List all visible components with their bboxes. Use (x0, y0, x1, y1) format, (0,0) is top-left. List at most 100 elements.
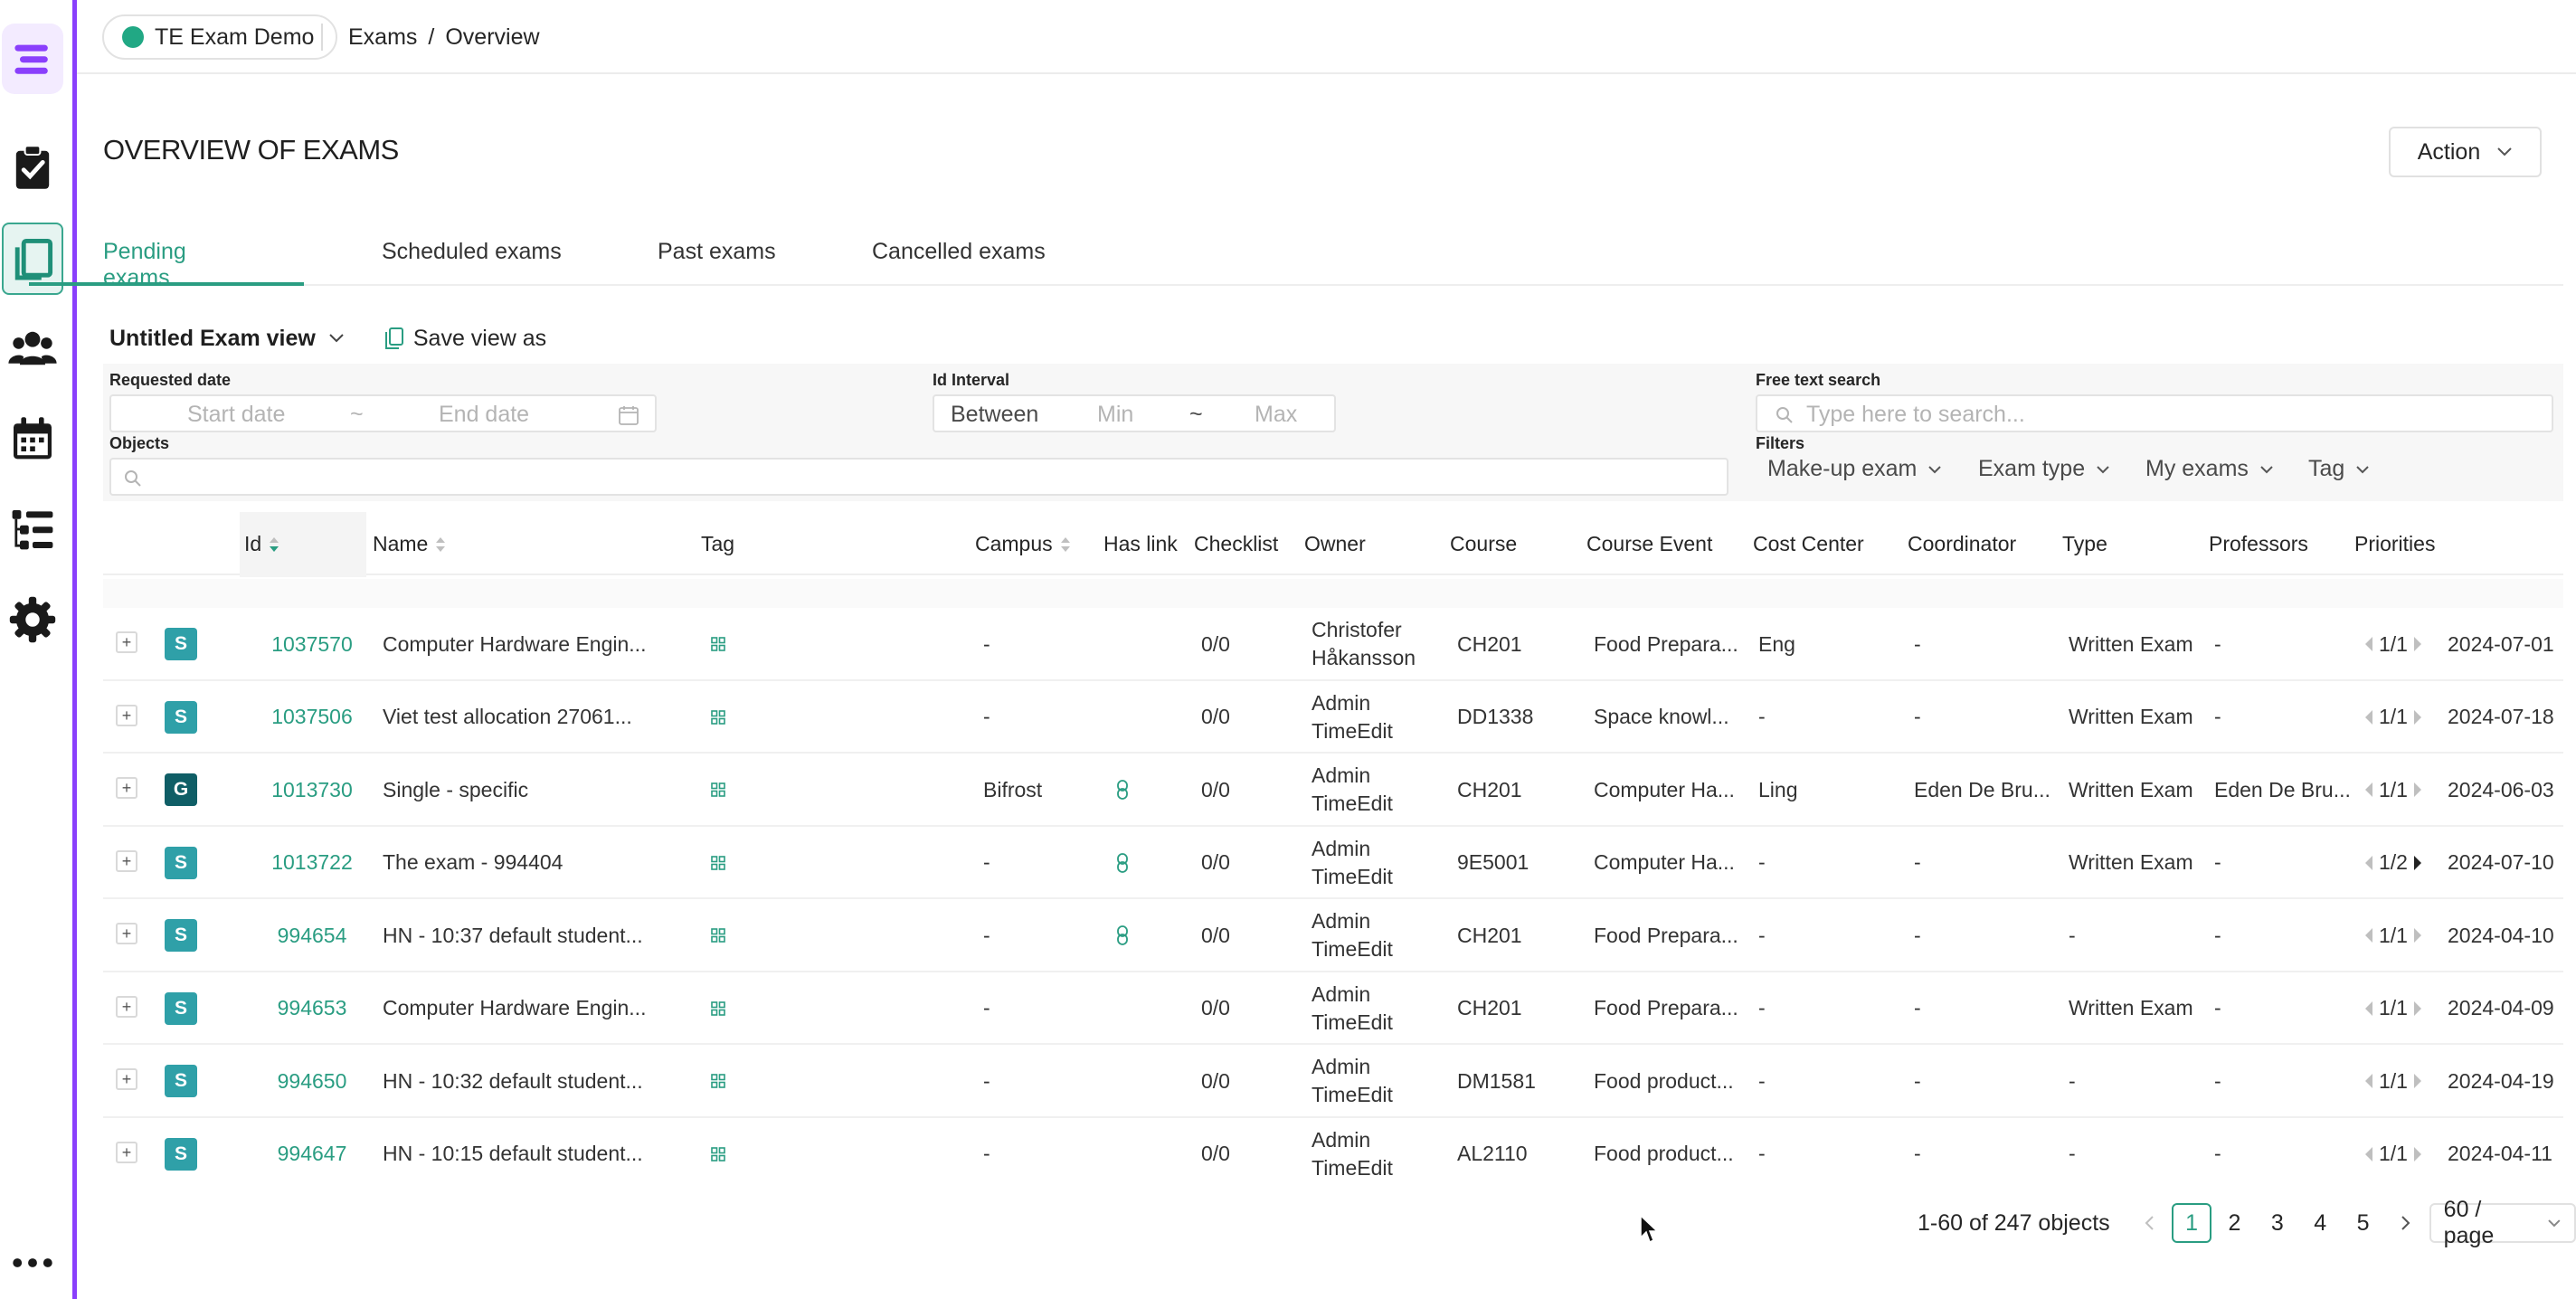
tag-icon[interactable] (711, 899, 725, 972)
tag-icon[interactable] (711, 681, 725, 754)
priority-stepper[interactable]: 1/1 (2364, 681, 2422, 754)
priority-stepper[interactable]: 1/1 (2364, 972, 2422, 1046)
expand-row-button[interactable]: + (116, 631, 137, 654)
column-header-priorities[interactable]: Priorities (2354, 532, 2435, 556)
page-5-button[interactable]: 5 (2344, 1203, 2382, 1243)
objects-search-input[interactable] (109, 458, 1728, 496)
page-3-button[interactable]: 3 (2258, 1203, 2297, 1243)
list-tree-icon[interactable] (0, 494, 65, 564)
exam-name[interactable]: Single - specific (383, 754, 528, 827)
column-header-name[interactable]: Name (373, 532, 446, 556)
chevron-right-icon[interactable] (2413, 709, 2422, 725)
more-dots-icon[interactable] (0, 1228, 65, 1297)
priority-stepper[interactable]: 1/1 (2364, 899, 2422, 972)
breadcrumb-section[interactable]: Exams (348, 24, 417, 51)
table-row[interactable]: + S 994654 HN - 10:37 default student...… (103, 899, 2563, 972)
id-max-input[interactable]: Max (1255, 402, 1297, 428)
chevron-left-icon[interactable] (2364, 636, 2373, 652)
link-icon[interactable] (1116, 754, 1129, 827)
exam-id-link[interactable]: 994653 (258, 972, 366, 1046)
chevron-right-icon[interactable] (2413, 782, 2422, 798)
link-icon[interactable] (1116, 899, 1129, 972)
table-row[interactable]: + S 1037570 Computer Hardware Engin... -… (103, 608, 2563, 681)
tab-scheduled-exams[interactable]: Scheduled exams (382, 239, 562, 265)
gear-icon[interactable] (0, 584, 65, 655)
chevron-right-icon[interactable] (2413, 927, 2422, 943)
chevron-right-icon[interactable] (2413, 636, 2422, 652)
column-header-course-event[interactable]: Course Event (1586, 532, 1712, 556)
exam-id-link[interactable]: 1013722 (258, 827, 366, 900)
save-view-as-button[interactable]: Save view as (384, 326, 546, 352)
chevron-right-icon[interactable] (2413, 1146, 2422, 1162)
prev-page-button[interactable] (2129, 1203, 2168, 1243)
exam-name[interactable]: HN - 10:15 default student... (383, 1118, 643, 1190)
priority-stepper[interactable]: 1/1 (2364, 608, 2422, 681)
exam-name[interactable]: The exam - 994404 (383, 827, 563, 900)
page-size-selector[interactable]: 60 / page (2429, 1197, 2576, 1248)
requested-date-range-picker[interactable]: Start date ~ End date (109, 394, 657, 432)
column-header-coordinator[interactable]: Coordinator (1908, 532, 2016, 556)
expand-row-button[interactable]: + (116, 1141, 137, 1163)
tag-icon[interactable] (711, 754, 725, 827)
id-interval-input[interactable]: Between Min ~ Max (933, 394, 1336, 432)
priority-stepper[interactable]: 1/1 (2364, 754, 2422, 827)
exam-name[interactable]: HN - 10:37 default student... (383, 899, 643, 972)
page-2-button[interactable]: 2 (2215, 1203, 2254, 1243)
make-up-exam-filter[interactable]: Make-up exam (1767, 456, 1942, 482)
chevron-right-icon[interactable] (2413, 1000, 2422, 1017)
column-header-id[interactable]: Id (244, 532, 279, 556)
column-header-owner[interactable]: Owner (1304, 532, 1366, 556)
expand-row-button[interactable]: + (116, 995, 137, 1018)
exam-id-link[interactable]: 1037570 (258, 608, 366, 681)
column-header-tag[interactable]: Tag (701, 532, 734, 556)
table-row[interactable]: + G 1013730 Single - specific Bifrost 0/… (103, 754, 2563, 827)
column-header-type[interactable]: Type (2062, 532, 2107, 556)
chevron-left-icon[interactable] (2364, 927, 2373, 943)
column-header-course[interactable]: Course (1450, 532, 1517, 556)
exam-type-filter[interactable]: Exam type (1978, 456, 2110, 482)
table-row[interactable]: + S 994650 HN - 10:32 default student...… (103, 1045, 2563, 1118)
view-name-dropdown[interactable]: Untitled Exam view (109, 326, 316, 352)
expand-row-button[interactable]: + (116, 923, 137, 945)
page-1-button[interactable]: 1 (2172, 1203, 2211, 1243)
column-header-cost-center[interactable]: Cost Center (1753, 532, 1864, 556)
start-date-input[interactable]: Start date (187, 402, 285, 428)
end-date-input[interactable]: End date (439, 402, 529, 428)
chevron-left-icon[interactable] (2364, 855, 2373, 871)
id-min-input[interactable]: Min (1097, 402, 1133, 428)
exam-name[interactable]: HN - 10:32 default student... (383, 1045, 643, 1118)
menu-logo-icon[interactable] (0, 24, 65, 94)
free-text-search-input[interactable]: Type here to search... (1756, 394, 2553, 432)
exam-id-link[interactable]: 994647 (258, 1118, 366, 1190)
expand-row-button[interactable]: + (116, 1068, 137, 1091)
chevron-left-icon[interactable] (2364, 709, 2373, 725)
chevron-right-icon[interactable] (2413, 855, 2422, 871)
tag-icon[interactable] (711, 1045, 725, 1118)
priority-stepper[interactable]: 1/2 (2364, 827, 2422, 900)
exam-id-link[interactable]: 1037506 (258, 681, 366, 754)
table-row[interactable]: + S 994647 HN - 10:15 default student...… (103, 1118, 2563, 1190)
column-header-has-link[interactable]: Has link (1103, 532, 1178, 556)
column-header-campus[interactable]: Campus (975, 532, 1071, 556)
tab-past-exams[interactable]: Past exams (658, 239, 776, 265)
link-icon[interactable] (1116, 827, 1129, 900)
tag-filter[interactable]: Tag (2308, 456, 2370, 482)
exam-name[interactable]: Computer Hardware Engin... (383, 608, 646, 681)
expand-row-button[interactable]: + (116, 849, 137, 872)
table-row[interactable]: + S 1037506 Viet test allocation 27061..… (103, 681, 2563, 754)
expand-row-button[interactable]: + (116, 704, 137, 726)
priority-stepper[interactable]: 1/1 (2364, 1118, 2422, 1190)
expand-row-button[interactable]: + (116, 777, 137, 800)
table-row[interactable]: + S 1013722 The exam - 994404 - 0/0 Admi… (103, 827, 2563, 900)
page-4-button[interactable]: 4 (2301, 1203, 2340, 1243)
chevron-left-icon[interactable] (2364, 1000, 2373, 1017)
chevron-left-icon[interactable] (2364, 1073, 2373, 1089)
between-selector[interactable]: Between (951, 402, 1038, 428)
calendar-icon[interactable] (0, 403, 65, 474)
chevron-left-icon[interactable] (2364, 1146, 2373, 1162)
tag-icon[interactable] (711, 608, 725, 681)
exam-id-link[interactable]: 994654 (258, 899, 366, 972)
table-row[interactable]: + S 994653 Computer Hardware Engin... - … (103, 972, 2563, 1046)
environment-selector[interactable]: TE Exam Demo (102, 14, 338, 60)
next-page-button[interactable] (2386, 1203, 2425, 1243)
